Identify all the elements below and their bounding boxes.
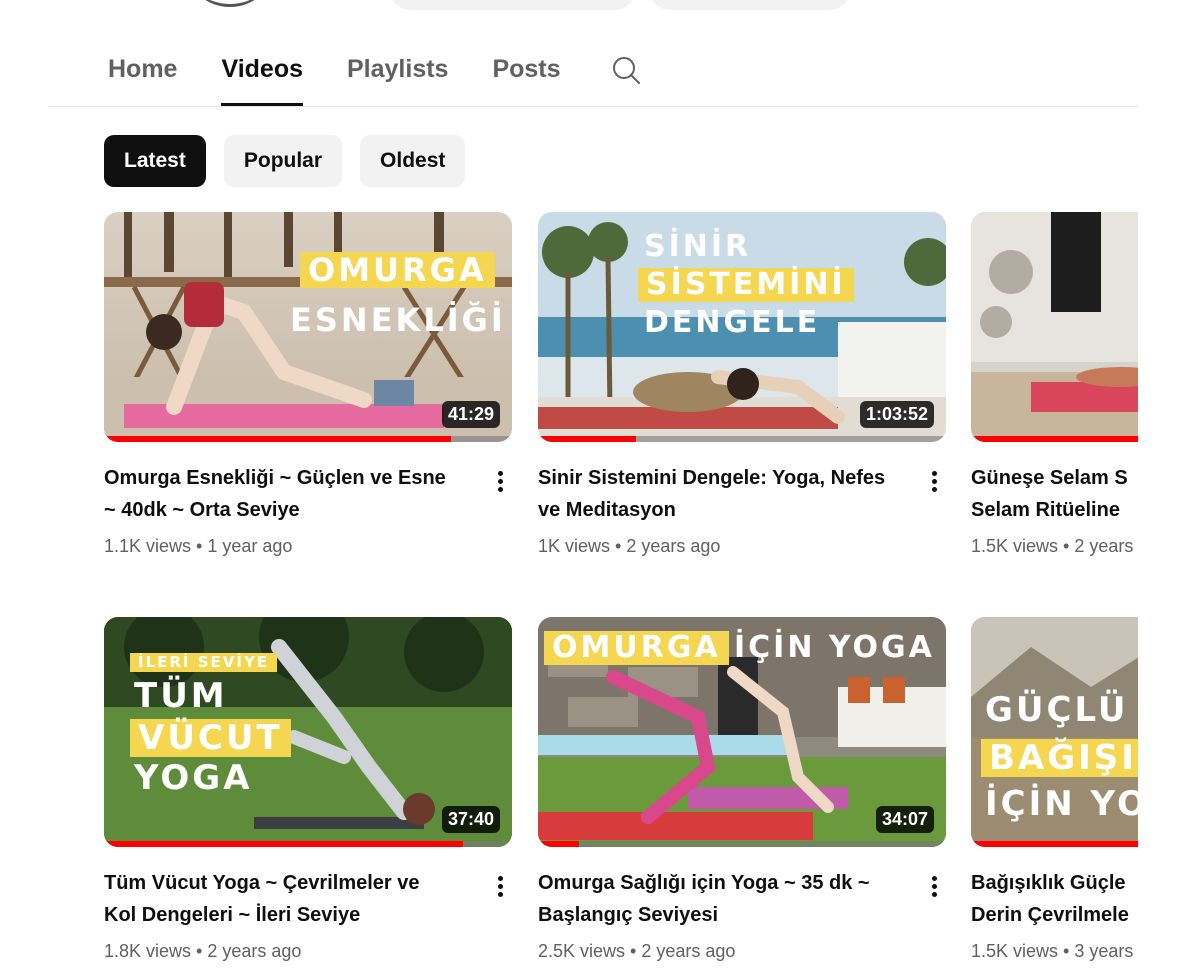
video-stats: 1.5K views • 3 years	[971, 941, 1134, 961]
tab-posts[interactable]: Posts	[492, 50, 560, 106]
duration-badge: 1:03:52	[859, 401, 934, 428]
overlay-line: İÇİN YOGA	[734, 630, 935, 665]
video-card: Güneşe Selam S Selam Ritüeline 1.5K view…	[971, 212, 1138, 557]
overlay-line: TÜM	[134, 676, 228, 716]
more-actions-icon[interactable]	[922, 468, 946, 498]
overlay-line: İÇİN YO	[985, 784, 1138, 824]
video-stats: 1.8K views • 2 years ago	[104, 941, 302, 961]
video-thumbnail[interactable]: SİNİR SİSTEMİNİ DENGELE 1:03:52	[538, 212, 946, 442]
overlay-line: OMURGA	[544, 631, 729, 665]
channel-avatar	[190, 0, 270, 7]
video-card: SİNİR SİSTEMİNİ DENGELE 1:03:52 Sinir Si…	[538, 212, 946, 557]
overlay-line: VÜCUT	[130, 719, 291, 757]
overlay-line: OMURGA	[300, 252, 495, 288]
video-stats: 2.5K views • 2 years ago	[538, 941, 736, 961]
video-card: İLERİ SEVİYE TÜM VÜCUT YOGA 37:40 Tüm Vü…	[104, 617, 512, 962]
chip-oldest[interactable]: Oldest	[360, 135, 466, 187]
duration-badge: 41:29	[441, 401, 500, 428]
chip-popular[interactable]: Popular	[223, 135, 343, 187]
video-title[interactable]: Omurga Esnekliği ~ Güçlen ve Esne ~ 40dk…	[104, 462, 474, 526]
overlay-line: SİSTEMİNİ	[638, 268, 854, 302]
video-stats: 1.1K views • 1 year ago	[104, 536, 293, 556]
duration-badge: 37:40	[441, 806, 500, 833]
more-actions-icon[interactable]	[488, 468, 512, 498]
more-actions-icon[interactable]	[488, 873, 512, 903]
video-title[interactable]: Tüm Vücut Yoga ~ Çevrilmeler ve Kol Deng…	[104, 867, 474, 931]
overlay-line: SİNİR	[644, 229, 752, 264]
overlay-line: GÜÇLÜ	[985, 690, 1129, 730]
video-stats: 1K views • 2 years ago	[538, 536, 721, 556]
overlay-line: İLERİ SEVİYE	[130, 653, 278, 672]
video-title[interactable]: Sinir Sistemini Dengele: Yoga, Nefes ve …	[538, 462, 908, 526]
duration-badge: 34:07	[875, 806, 934, 833]
overlay-line: YOGA	[134, 758, 253, 798]
tabs-divider	[48, 106, 1138, 107]
video-grid: OMURGA ESNEKLİĞİ 41:29 Omurga Esnekliği …	[104, 212, 1138, 973]
video-thumbnail[interactable]: GÜÇLÜ BAĞIŞIK İÇİN YO	[971, 617, 1138, 847]
video-thumbnail[interactable]: OMURGA İÇİN YOGA 34:07	[538, 617, 946, 847]
video-card: OMURGA ESNEKLİĞİ 41:29 Omurga Esnekliği …	[104, 212, 512, 557]
video-thumbnail[interactable]: OMURGA ESNEKLİĞİ 41:29	[104, 212, 512, 442]
video-stats: 1.5K views • 2 years	[971, 536, 1134, 556]
channel-tabs: Home Videos Playlists Posts	[108, 50, 605, 106]
video-title[interactable]: Güneşe Selam S Selam Ritüeline	[971, 462, 1138, 526]
more-actions-icon[interactable]	[922, 873, 946, 903]
video-thumbnail[interactable]: İLERİ SEVİYE TÜM VÜCUT YOGA 37:40	[104, 617, 512, 847]
video-card: OMURGA İÇİN YOGA 34:07 Omurga Sağlığı iç…	[538, 617, 946, 962]
search-icon[interactable]	[610, 54, 642, 86]
sort-chips: Latest Popular Oldest	[104, 135, 466, 187]
overlay-line: DENGELE	[644, 305, 821, 340]
video-thumbnail[interactable]	[971, 212, 1138, 442]
video-card: GÜÇLÜ BAĞIŞIK İÇİN YO Bağışıklık Güçle D…	[971, 617, 1138, 962]
overlay-line: ESNEKLİĞİ	[290, 301, 506, 339]
chip-latest[interactable]: Latest	[104, 135, 206, 187]
tab-home[interactable]: Home	[108, 50, 177, 106]
join-button[interactable]	[650, 0, 850, 10]
video-title[interactable]: Omurga Sağlığı için Yoga ~ 35 dk ~ Başla…	[538, 867, 908, 931]
tab-videos[interactable]: Videos	[221, 50, 303, 106]
tab-playlists[interactable]: Playlists	[347, 50, 448, 106]
video-title[interactable]: Bağışıklık Güçle Derin Çevrilmele	[971, 867, 1138, 931]
overlay-line: BAĞIŞIK	[981, 739, 1138, 777]
subscribe-button[interactable]	[390, 0, 635, 10]
